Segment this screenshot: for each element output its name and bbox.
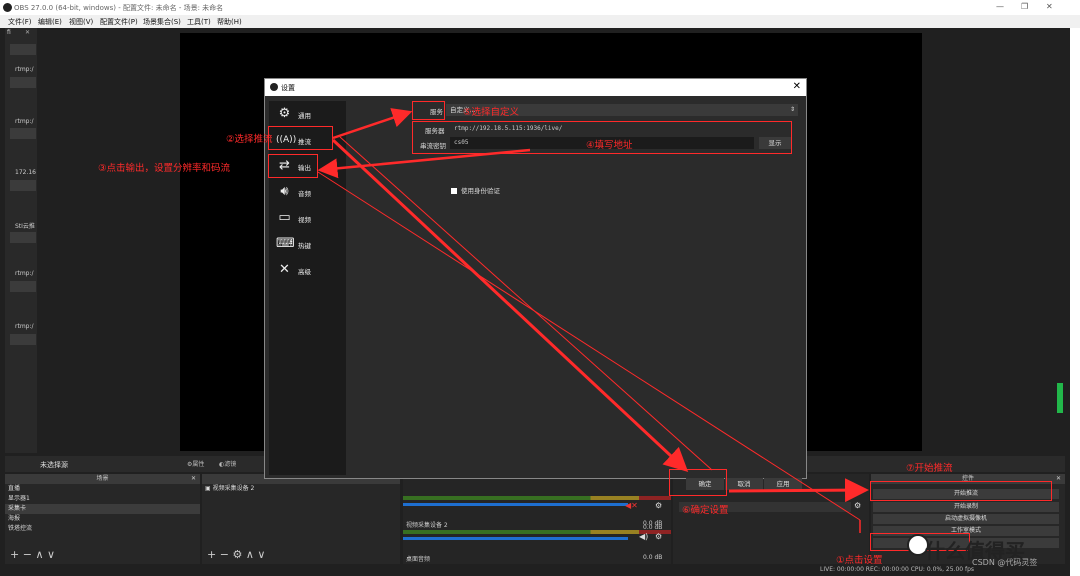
annotation-arrows xyxy=(317,108,869,533)
arrow-thin-line xyxy=(317,171,861,521)
annotation-5: ⑤选择自定义 xyxy=(463,107,520,118)
annotation-1: ①点击设置 xyxy=(836,555,883,566)
annotation-7: ⑦开始推流 xyxy=(906,463,953,474)
arrow-to-service xyxy=(332,108,413,140)
arrow-to-start-stream xyxy=(728,478,869,503)
annotation-4: ④填写地址 xyxy=(586,140,633,151)
watermark-sub: CSDN @代码灵签 xyxy=(972,558,1038,567)
annotation-3: ③点击输出，设置分辨率和码流 xyxy=(98,163,231,174)
arrow-to-ok xyxy=(331,138,689,473)
arrow-thin-line-2 xyxy=(339,136,713,471)
annotation-6: ⑥确定设置 xyxy=(682,505,729,516)
arrow-to-output xyxy=(317,148,531,179)
annotation-2: ②选择推流 xyxy=(226,134,273,145)
